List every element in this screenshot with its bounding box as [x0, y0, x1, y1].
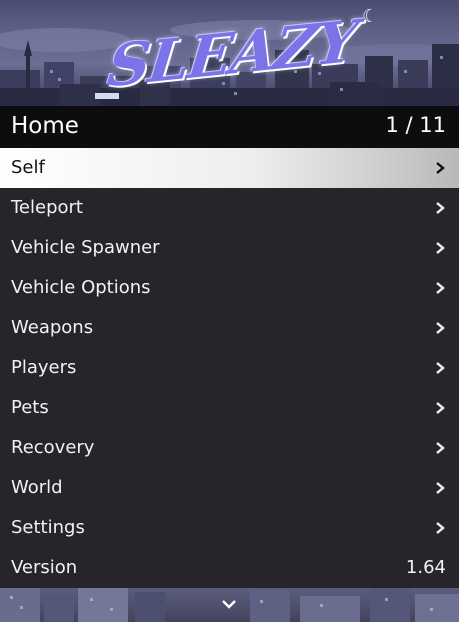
chevron-right-icon — [435, 348, 445, 388]
menu-item-label: Version — [11, 557, 78, 578]
chevron-right-icon — [435, 188, 445, 228]
menu-item-label: Weapons — [11, 317, 94, 338]
menu-item-label: Vehicle Spawner — [11, 237, 160, 258]
menu-item-label: Self — [11, 157, 45, 178]
menu-item-label: Vehicle Options — [11, 277, 151, 298]
menu-item-teleport[interactable]: Teleport — [0, 188, 459, 228]
page-title: Home — [11, 113, 79, 139]
main-menu: Self Teleport Vehicle Spawner Vehicle Op… — [0, 148, 459, 588]
menu-item-version[interactable]: Version 1.64 — [0, 548, 459, 588]
menu-item-settings[interactable]: Settings — [0, 508, 459, 548]
menu-item-label: Settings — [11, 517, 85, 538]
menu-item-pets[interactable]: Pets — [0, 388, 459, 428]
chevron-right-icon — [435, 148, 445, 188]
version-value: 1.64 — [405, 557, 446, 578]
menu-item-label: World — [11, 477, 63, 498]
chevron-right-icon — [435, 308, 445, 348]
menu-item-label: Pets — [11, 397, 49, 418]
menu-item-label: Recovery — [11, 437, 95, 458]
scroll-down-chevron-icon[interactable] — [221, 598, 237, 612]
chevron-right-icon — [435, 228, 445, 268]
footer-bar — [0, 588, 459, 622]
menu-item-vehicle-spawner[interactable]: Vehicle Spawner — [0, 228, 459, 268]
menu-item-players[interactable]: Players — [0, 348, 459, 388]
banner: ☾ SLEAZY — [0, 0, 459, 106]
chevron-right-icon — [435, 388, 445, 428]
chevron-right-icon — [435, 508, 445, 548]
chevron-right-icon — [435, 428, 445, 468]
menu-header: Home 1 / 11 — [0, 106, 459, 148]
menu-item-vehicle-options[interactable]: Vehicle Options — [0, 268, 459, 308]
moon-icon: ☾ — [362, 6, 379, 27]
item-counter: 1 / 11 — [385, 113, 446, 137]
menu-item-world[interactable]: World — [0, 468, 459, 508]
chevron-right-icon — [435, 468, 445, 508]
menu-item-self[interactable]: Self — [0, 148, 459, 188]
menu-item-label: Players — [11, 357, 77, 378]
menu-item-label: Teleport — [11, 197, 83, 218]
menu-item-weapons[interactable]: Weapons — [0, 308, 459, 348]
chevron-right-icon — [435, 268, 445, 308]
menu-item-recovery[interactable]: Recovery — [0, 428, 459, 468]
